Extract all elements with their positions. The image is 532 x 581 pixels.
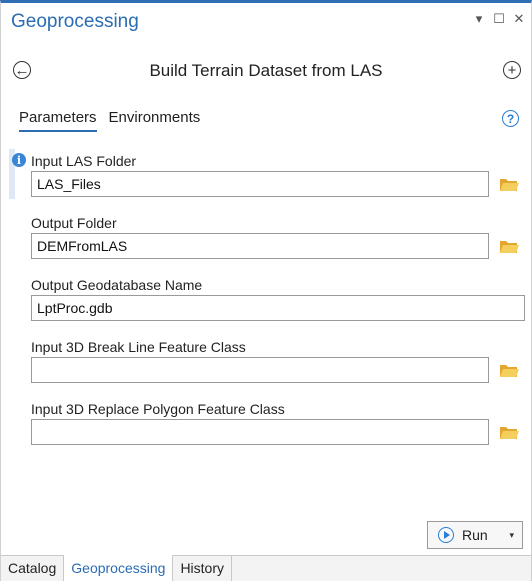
param-input-3d-replace-polygon: Input 3D Replace Polygon Feature Class (1, 397, 531, 459)
tool-title: Build Terrain Dataset from LAS (149, 61, 383, 80)
param-label: Input LAS Folder (31, 153, 137, 169)
param-label: Input 3D Replace Polygon Feature Class (31, 401, 285, 417)
run-dropdown-icon[interactable]: ▾ (509, 530, 514, 541)
param-input-3d-break-line: Input 3D Break Line Feature Class (1, 335, 531, 397)
param-input-las-folder: i Input LAS Folder (1, 149, 531, 211)
dropdown-icon[interactable]: ▾ (473, 11, 485, 27)
tool-tabs: Parameters Environments (19, 109, 200, 132)
play-icon (438, 527, 454, 543)
pane-titlebar: Geoprocessing ▾ ☐ ✕ (1, 3, 531, 41)
param-label: Output Geodatabase Name (31, 277, 203, 293)
close-icon[interactable]: ✕ (513, 11, 525, 27)
input-3d-break-line-field[interactable] (31, 357, 489, 383)
parameters-list: i Input LAS Folder Output Folder Output … (1, 149, 531, 459)
help-icon[interactable]: ? (502, 110, 519, 127)
info-icon[interactable]: i (12, 153, 26, 167)
param-output-folder: Output Folder (1, 211, 531, 273)
maximize-icon[interactable]: ☐ (493, 11, 505, 27)
run-label: Run (462, 527, 488, 543)
tab-parameters[interactable]: Parameters (19, 109, 97, 132)
tab-history[interactable]: History (173, 556, 232, 581)
add-button[interactable]: + (503, 61, 521, 79)
plus-icon: + (507, 61, 517, 79)
folder-browse-icon[interactable] (499, 236, 519, 256)
param-output-geodatabase-name: Output Geodatabase Name (1, 273, 531, 335)
tool-header: ← Build Terrain Dataset from LAS + (1, 51, 531, 91)
folder-browse-icon[interactable] (499, 360, 519, 380)
bottom-tab-strip: Catalog Geoprocessing History (1, 555, 531, 581)
folder-browse-icon[interactable] (499, 174, 519, 194)
pane-title: Geoprocessing (11, 11, 139, 32)
geoprocessing-pane: Geoprocessing ▾ ☐ ✕ ← Build Terrain Data… (0, 0, 532, 581)
param-label: Input 3D Break Line Feature Class (31, 339, 246, 355)
output-folder-field[interactable] (31, 233, 489, 259)
window-controls: ▾ ☐ ✕ (473, 11, 525, 27)
param-label: Output Folder (31, 215, 117, 231)
run-button[interactable]: Run ▾ (427, 521, 523, 549)
tab-catalog[interactable]: Catalog (1, 556, 65, 581)
input-3d-replace-polygon-field[interactable] (31, 419, 489, 445)
tab-environments[interactable]: Environments (109, 109, 201, 132)
tab-geoprocessing[interactable]: Geoprocessing (64, 555, 174, 581)
input-las-folder-field[interactable] (31, 171, 489, 197)
folder-browse-icon[interactable] (499, 422, 519, 442)
output-geodatabase-name-field[interactable] (31, 295, 525, 321)
